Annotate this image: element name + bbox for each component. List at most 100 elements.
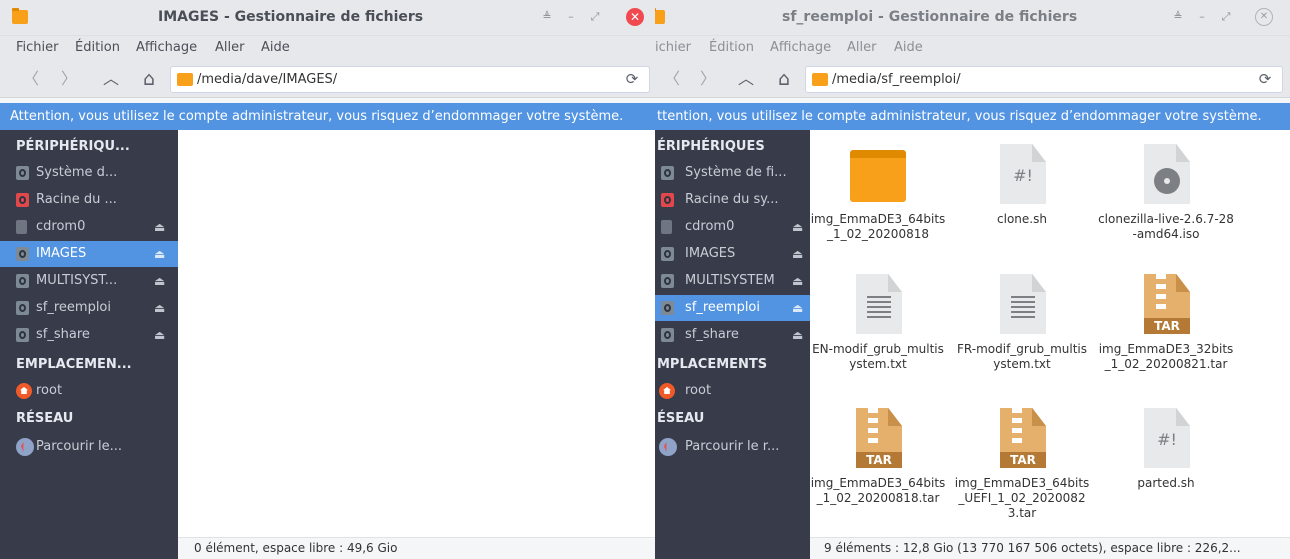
path-bar[interactable]: /media/sf_reemploi/ ⟳ [805, 66, 1283, 93]
drive-icon [16, 247, 29, 261]
minimize-icon[interactable]: – [1193, 8, 1211, 26]
sidebar-item-label: Parcourir le... [36, 439, 123, 454]
sidebar-item-label: MULTISYSTEM [685, 273, 775, 288]
eject-icon[interactable]: ⏏ [792, 268, 803, 294]
eject-icon[interactable]: ⏏ [154, 268, 165, 294]
sidebar-item-label: sf_reemploi [685, 300, 760, 315]
script-file-icon: #! [1144, 408, 1190, 468]
sidebar-item-sf-reemploi[interactable]: sf_reemploi ⏏ [655, 295, 810, 321]
menu-edition[interactable]: Édition [709, 40, 754, 55]
home-icon[interactable]: ⌂ [773, 69, 795, 89]
title-bar[interactable]: IMAGES - Gestionnaire de fichiers ≜ – ⤢ … [0, 0, 655, 36]
window-title: sf_reemploi - Gestionnaire de fichiers [782, 9, 1078, 25]
status-bar: 9 éléments : 12,8 Gio (13 770 167 506 oc… [810, 537, 1290, 559]
sidebar-item-browse-network[interactable]: Parcourir le r... [655, 434, 810, 460]
status-bar: 0 élément, espace libre : 49,6 Gio [178, 537, 655, 559]
menu-fichier[interactable]: ichier [655, 40, 691, 55]
title-bar[interactable]: sf_reemploi - Gestionnaire de fichiers ≜… [655, 0, 1290, 36]
drive-icon [16, 166, 29, 180]
drive-icon [661, 274, 674, 288]
maximize-icon[interactable]: ⤢ [586, 8, 604, 26]
devices-header: ÉRIPHÉRIQUES [657, 139, 765, 154]
file-view-empty[interactable] [178, 130, 655, 537]
sidebar-item-browse-network[interactable]: Parcourir le... [0, 434, 178, 460]
menu-aller[interactable]: Aller [847, 40, 876, 55]
menu-edition[interactable]: Édition [75, 40, 120, 55]
sidebar-item-label: MULTISYST... [36, 273, 118, 288]
toolbar: 〈 〉 ︿ ⌂ /media/dave/IMAGES/ ⟳ [0, 60, 655, 98]
sidebar-item-label: IMAGES [685, 246, 736, 261]
menu-affichage[interactable]: Affichage [136, 40, 197, 55]
sidebar-item-images[interactable]: IMAGES ⏏ [655, 241, 810, 267]
file-view[interactable]: img_EmmaDE3_64bits_1_02_20200818 #! clon… [810, 130, 1290, 537]
file-name: clonezilla-live-2.6.7-28-amd64.iso [1098, 212, 1234, 241]
folder-app-icon [12, 8, 28, 24]
sidebar-item-cdrom0[interactable]: cdrom0 ⏏ [655, 214, 810, 240]
forward-icon[interactable]: 〉 [58, 69, 80, 89]
toolbar: 〈 〉 ︿ ⌂ /media/sf_reemploi/ ⟳ [655, 60, 1290, 98]
menu-fichier[interactable]: Fichier [16, 40, 59, 55]
eject-icon[interactable]: ⏏ [154, 295, 165, 321]
eject-icon[interactable]: ⏏ [154, 241, 165, 267]
sidebar-item-racine[interactable]: Racine du ... [0, 187, 178, 213]
close-icon[interactable]: ✕ [626, 8, 644, 26]
sidebar-item-multisystem[interactable]: MULTISYSTEM ⏏ [655, 268, 810, 294]
maximize-icon[interactable]: ⤢ [1217, 8, 1235, 26]
sidebar-item-racine[interactable]: Racine du sy... [655, 187, 810, 213]
sidebar-item-sf-share[interactable]: sf_share ⏏ [655, 322, 810, 348]
eject-icon[interactable]: ⏏ [154, 322, 165, 348]
sidebar-item-sf-reemploi[interactable]: sf_reemploi ⏏ [0, 295, 178, 321]
sidebar-item-systeme[interactable]: Système d... [0, 160, 178, 186]
menu-affichage[interactable]: Affichage [770, 40, 831, 55]
devices-header: PÉRIPHÉRIQU... [16, 139, 130, 154]
drive-icon [661, 328, 674, 342]
drive-icon [661, 247, 674, 261]
sidebar: PÉRIPHÉRIQU... Système d... Racine du ..… [0, 130, 178, 559]
folder-icon [177, 73, 193, 86]
eject-icon[interactable]: ⏏ [792, 295, 803, 321]
sidebar-item-cdrom0[interactable]: cdrom0 ⏏ [0, 214, 178, 240]
shade-icon[interactable]: ≜ [1169, 8, 1187, 26]
back-icon[interactable]: 〈 [20, 69, 42, 89]
sidebar-item-label: sf_share [36, 327, 90, 342]
shade-icon[interactable]: ≜ [538, 8, 556, 26]
file-name: FR-modif_grub_multisystem.txt [957, 342, 1087, 371]
file-name: img_EmmaDE3_32bits_1_02_20200821.tar [1098, 342, 1234, 371]
cdrom-icon [661, 220, 672, 234]
sidebar-item-label: sf_reemploi [36, 300, 111, 315]
menu-bar: Fichier Édition Affichage Aller Aide [0, 36, 655, 60]
path-bar[interactable]: /media/dave/IMAGES/ ⟳ [170, 66, 650, 93]
up-icon[interactable]: ︿ [735, 69, 757, 89]
minimize-icon[interactable]: – [562, 8, 580, 26]
root-drive-icon [16, 193, 29, 207]
eject-icon[interactable]: ⏏ [154, 214, 165, 240]
drive-icon [16, 328, 29, 342]
eject-icon[interactable]: ⏏ [792, 322, 803, 348]
window-title: IMAGES - Gestionnaire de fichiers [158, 9, 424, 25]
forward-icon[interactable]: 〉 [697, 69, 719, 89]
sidebar-item-label: sf_share [685, 327, 739, 342]
menu-aide[interactable]: Aide [261, 40, 290, 55]
reload-icon[interactable]: ⟳ [1256, 70, 1274, 88]
back-icon[interactable]: 〈 [661, 69, 683, 89]
sidebar-item-images[interactable]: IMAGES ⏏ [0, 241, 178, 267]
places-header: MPLACEMENTS [657, 357, 768, 372]
menu-aide[interactable]: Aide [894, 40, 923, 55]
admin-warning-bar: Attention, vous utilisez le compte admin… [0, 103, 655, 130]
sidebar-item-sf-share[interactable]: sf_share ⏏ [0, 322, 178, 348]
up-icon[interactable]: ︿ [100, 69, 122, 89]
sidebar-item-label: root [685, 383, 712, 398]
sidebar-item-root[interactable]: root [655, 378, 810, 404]
sidebar-item-multisystem[interactable]: MULTISYST... ⏏ [0, 268, 178, 294]
sidebar-item-label: cdrom0 [685, 219, 735, 234]
sidebar-item-root[interactable]: root [0, 378, 178, 404]
home-icon[interactable]: ⌂ [138, 69, 160, 89]
menu-bar: ichier Édition Affichage Aller Aide [655, 36, 1290, 60]
reload-icon[interactable]: ⟳ [623, 70, 641, 88]
menu-aller[interactable]: Aller [215, 40, 244, 55]
disc-image-icon [1144, 144, 1190, 204]
eject-icon[interactable]: ⏏ [792, 214, 803, 240]
eject-icon[interactable]: ⏏ [792, 241, 803, 267]
sidebar-item-systeme[interactable]: Système de fi... [655, 160, 810, 186]
close-icon[interactable]: ✕ [1255, 8, 1273, 26]
